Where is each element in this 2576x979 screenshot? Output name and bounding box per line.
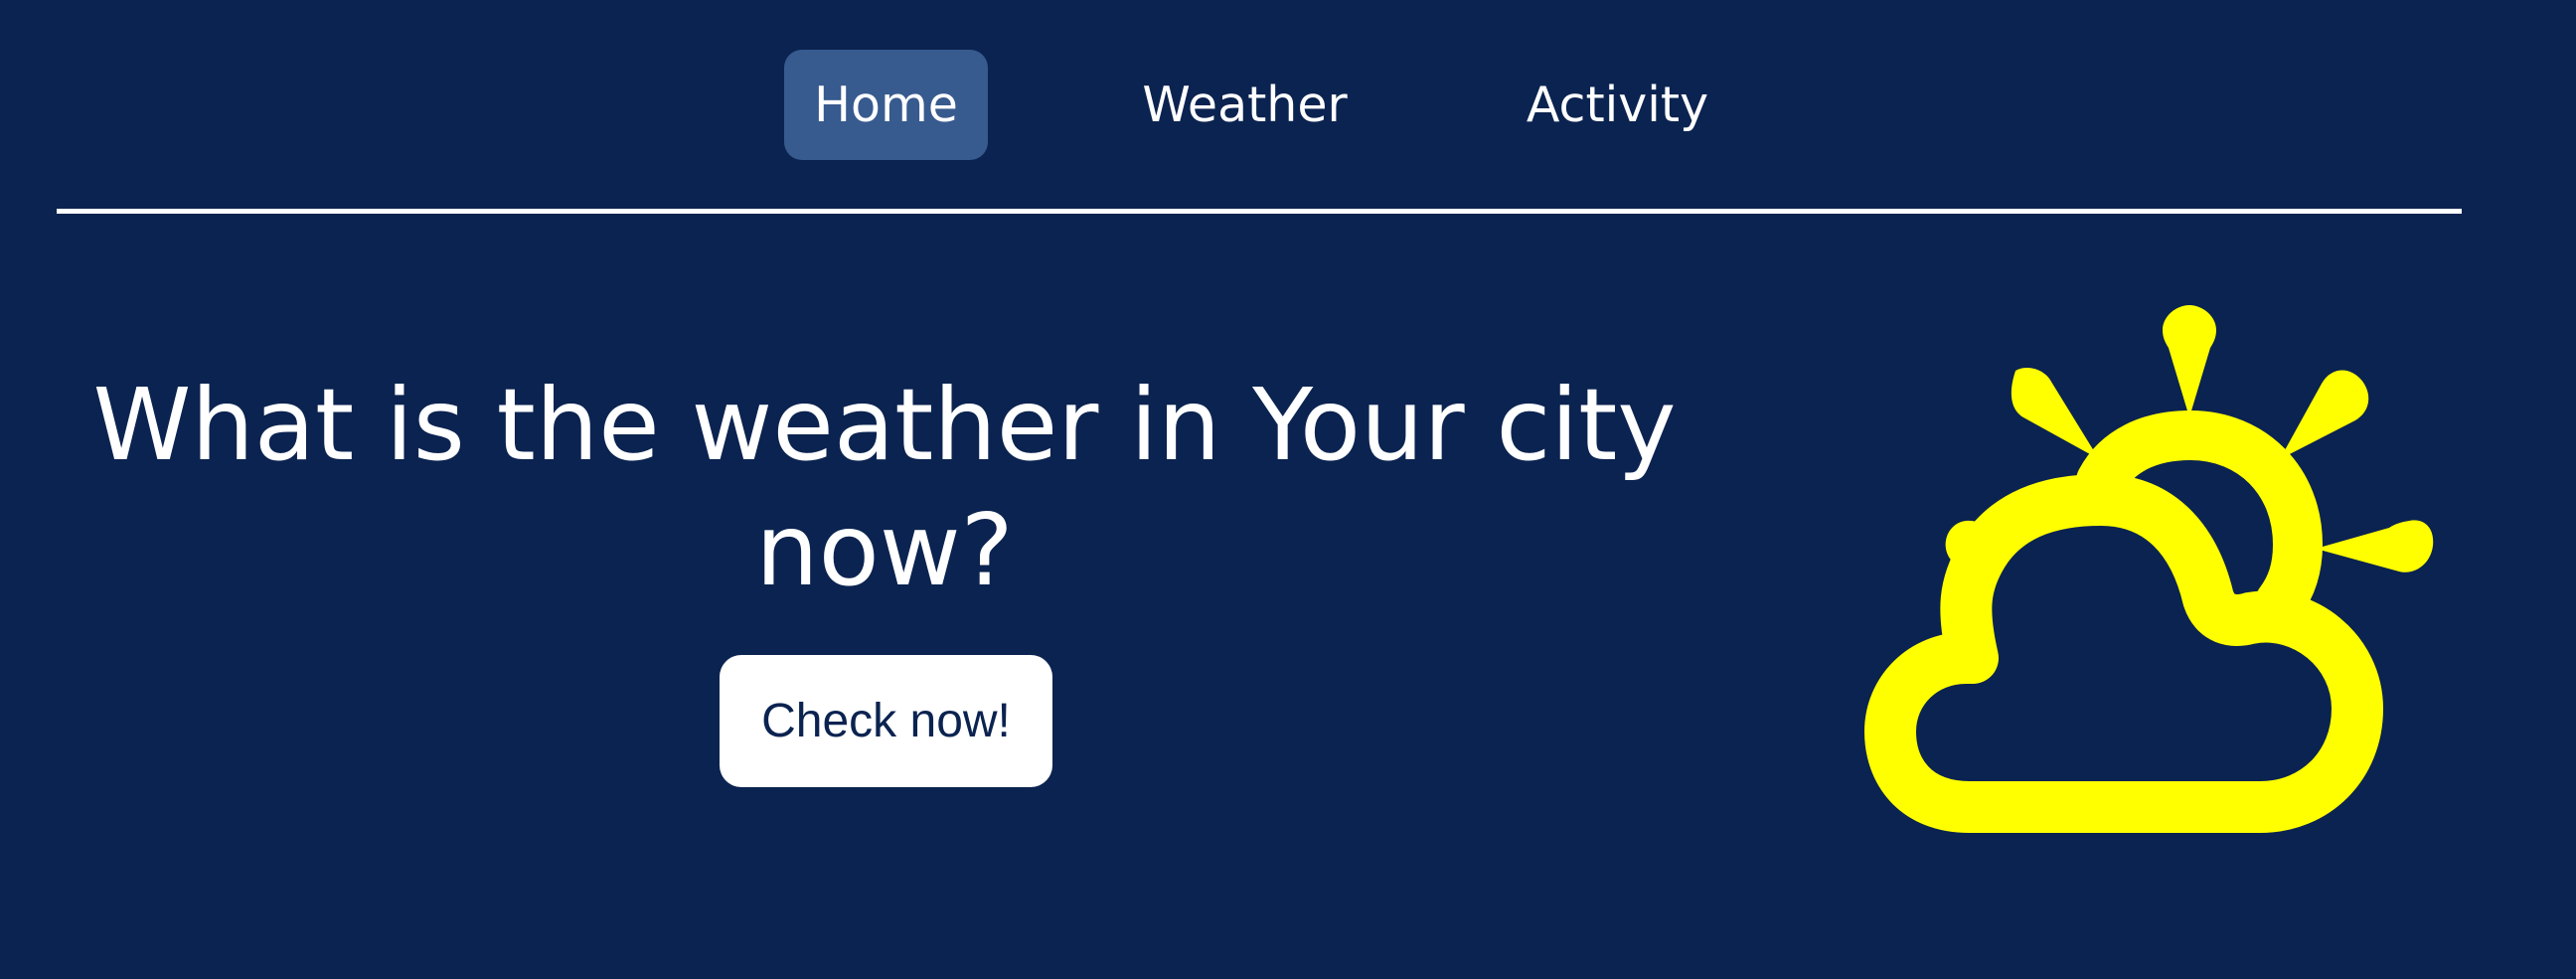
main-navigation: Home Weather Activity <box>0 0 2576 209</box>
nav-tab-home[interactable]: Home <box>784 50 988 160</box>
check-now-button[interactable]: Check now! <box>720 655 1052 787</box>
sun-ray-far-right <box>2316 520 2434 572</box>
sun-ray-right <box>2280 370 2369 459</box>
sun-ray-left <box>2011 368 2099 459</box>
nav-divider <box>57 209 2462 214</box>
nav-tab-weather[interactable]: Weather <box>1113 50 1376 160</box>
nav-tab-activity[interactable]: Activity <box>1506 50 1729 160</box>
partly-cloudy-sun-icon <box>1864 305 2434 833</box>
sun-ray-top <box>2163 305 2216 417</box>
hero-heading: What is the weather in Your city now? <box>92 367 1677 608</box>
